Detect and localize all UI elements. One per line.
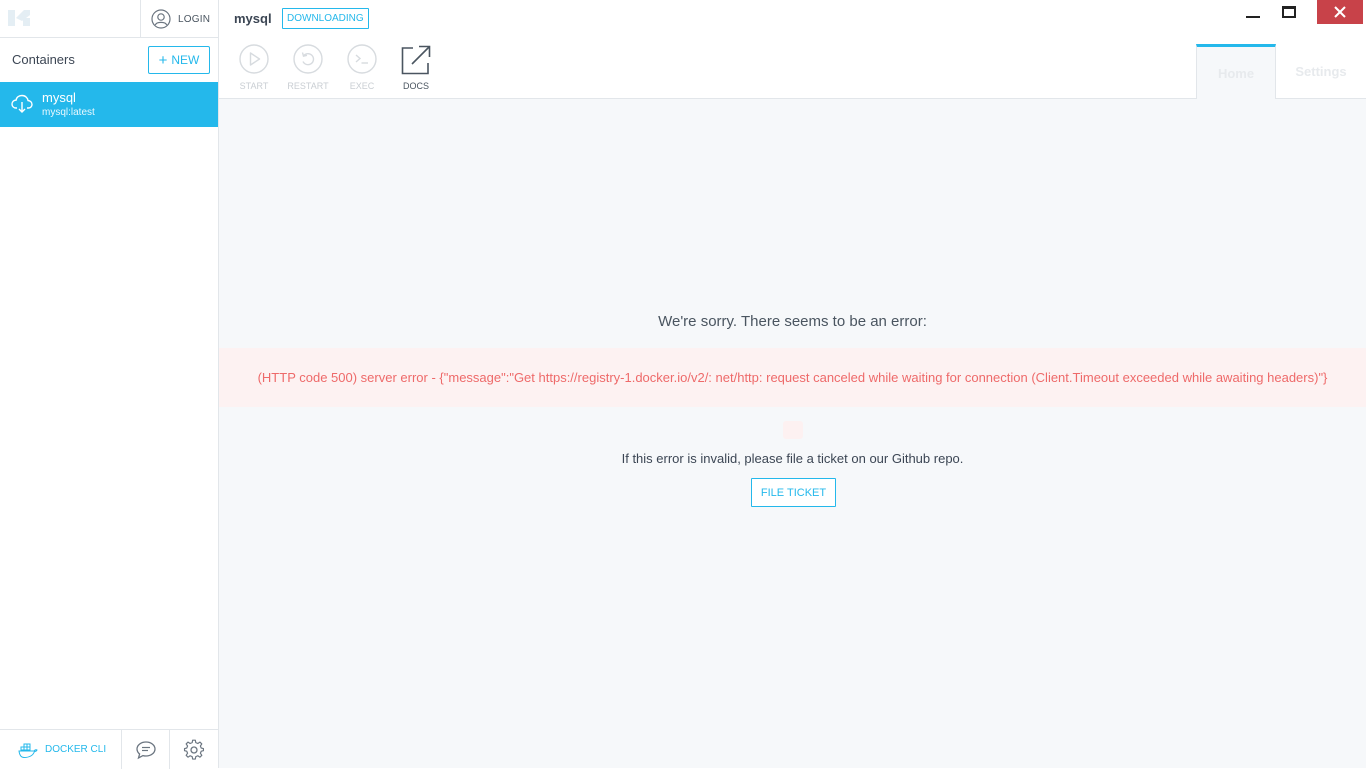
gear-icon bbox=[183, 739, 205, 760]
preferences-button[interactable] bbox=[170, 730, 218, 769]
sidebar-top-bar: LOGIN bbox=[0, 0, 218, 38]
start-label: START bbox=[239, 81, 269, 91]
exec-label: EXEC bbox=[349, 81, 375, 91]
status-badge: DOWNLOADING bbox=[282, 8, 369, 29]
terminal-icon bbox=[347, 44, 377, 74]
restart-button[interactable]: RESTART bbox=[281, 43, 335, 93]
restart-icon bbox=[293, 44, 323, 74]
restart-label: RESTART bbox=[287, 81, 329, 91]
login-label: LOGIN bbox=[178, 13, 211, 25]
sidebar-footer: DOCKER CLI bbox=[0, 729, 218, 769]
minimize-button[interactable] bbox=[1235, 0, 1271, 24]
login-button[interactable]: LOGIN bbox=[151, 8, 210, 30]
tab-settings[interactable]: Settings bbox=[1276, 44, 1366, 99]
error-title: We're sorry. There seems to be an error: bbox=[658, 313, 927, 330]
docs-label: DOCS bbox=[402, 81, 429, 91]
external-link-icon bbox=[401, 45, 431, 75]
minimize-icon bbox=[1246, 16, 1260, 18]
container-list-item-mysql[interactable]: mysql mysql:latest bbox=[0, 82, 218, 127]
error-indicator bbox=[783, 421, 803, 439]
docker-cli-button[interactable]: DOCKER CLI bbox=[0, 730, 122, 769]
tab-bar: Home Settings bbox=[1196, 44, 1366, 99]
new-button-label: NEW bbox=[171, 53, 200, 67]
close-button[interactable] bbox=[1317, 0, 1363, 24]
container-image: mysql:latest bbox=[42, 107, 95, 118]
container-header: mysql DOWNLOADING START RESTART EXEC DOC… bbox=[219, 0, 1366, 99]
plus-icon: + bbox=[158, 51, 168, 69]
close-icon bbox=[1334, 6, 1346, 18]
new-container-button[interactable]: + NEW bbox=[148, 46, 210, 74]
play-icon bbox=[239, 44, 269, 74]
chat-bubble-icon bbox=[135, 740, 156, 759]
docs-button[interactable]: DOCS bbox=[389, 43, 443, 93]
sidebar: LOGIN Containers + NEW mysql mysql:lates… bbox=[0, 0, 219, 769]
container-name: mysql bbox=[42, 90, 76, 105]
container-title: mysql bbox=[234, 11, 272, 26]
user-icon bbox=[151, 9, 171, 29]
maximize-icon bbox=[1282, 6, 1296, 18]
containers-header: Containers + NEW bbox=[0, 38, 218, 82]
file-ticket-button[interactable]: FILE TICKET bbox=[751, 478, 836, 507]
error-message: (HTTP code 500) server error - {"message… bbox=[257, 369, 1328, 385]
error-hint: If this error is invalid, please file a … bbox=[621, 451, 964, 466]
tab-home[interactable]: Home bbox=[1196, 44, 1276, 99]
kitematic-logo-icon bbox=[8, 10, 30, 26]
docker-cli-label: DOCKER CLI bbox=[45, 744, 107, 755]
cloud-download-icon bbox=[11, 94, 33, 113]
start-button[interactable]: START bbox=[227, 43, 281, 93]
exec-button[interactable]: EXEC bbox=[335, 43, 389, 93]
main-content: We're sorry. There seems to be an error:… bbox=[219, 99, 1366, 768]
docker-whale-icon bbox=[18, 743, 38, 758]
divider bbox=[140, 0, 141, 38]
error-box: (HTTP code 500) server error - {"message… bbox=[219, 348, 1366, 407]
containers-title: Containers bbox=[12, 52, 75, 67]
maximize-button[interactable] bbox=[1271, 0, 1307, 24]
window-controls bbox=[1235, 0, 1363, 24]
feedback-button[interactable] bbox=[122, 730, 170, 769]
action-toolbar: START RESTART EXEC DOCS bbox=[227, 43, 443, 93]
